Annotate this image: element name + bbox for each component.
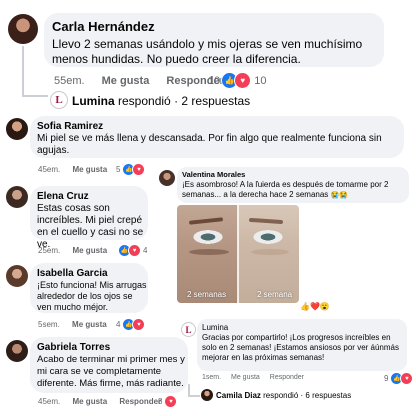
thread-line-elbow [188, 395, 200, 397]
reply-bubble-lumina: Lumina Gracias por compartirlo! ¡Los pro… [197, 319, 407, 371]
like-link[interactable]: Me gusta [231, 374, 260, 381]
avatar-isabella[interactable] [6, 265, 28, 287]
reaction-count: 5 [116, 165, 121, 174]
page-name: Lumina [72, 94, 115, 108]
page-reply-link[interactable]: Lumina respondió · 2 respuestas [72, 94, 250, 108]
thread-line [22, 46, 24, 96]
comment-text: Mi piel se ve más llena y descansada. Po… [37, 133, 382, 156]
commenter-name[interactable]: Elena Cruz [37, 191, 89, 202]
like-link[interactable]: Me gusta [102, 75, 150, 87]
comment-bubble-sofia: Sofia Ramirez Mi piel se ve más llena y … [30, 116, 404, 158]
heart-icon: ♥ [164, 395, 178, 408]
heart-icon: ♥ [132, 318, 146, 331]
reply-count: · 2 respuestas [174, 94, 251, 108]
avatar-carla[interactable] [8, 14, 38, 44]
commenter-name[interactable]: Isabella Garcia [37, 268, 108, 279]
commenter-name[interactable]: Carla Hernández [52, 19, 155, 34]
timestamp: 55em. [54, 75, 85, 87]
reaction-summary[interactable]: 9 👍 ♥ [384, 372, 414, 385]
reaction-count: 10 [208, 74, 221, 87]
commenter-name[interactable]: Lumina [202, 323, 228, 332]
reply-meta: 1sem. Me gusta Responder [202, 374, 304, 381]
timestamp: 5sem. [38, 320, 60, 329]
like-link[interactable]: Me gusta [72, 397, 107, 406]
heart-icon: ♥ [234, 72, 252, 89]
left-eye [191, 229, 225, 245]
emoji: 😭😭 [330, 192, 348, 199]
left-eye-bag [189, 249, 229, 255]
replied-verb: respondió [118, 94, 171, 108]
comment-bubble-isabella: Isabella Garcia ¡Esto funciona! Mis arru… [30, 263, 148, 313]
comment-text: Llevo 2 semanas usándolo y mis ojeras se… [52, 37, 363, 66]
reaction-count: 8 [158, 397, 163, 406]
lumina-logo[interactable]: L [181, 322, 196, 337]
like-link[interactable]: Me gusta [72, 246, 107, 255]
reaction-summary[interactable]: 8 ♥ [158, 395, 178, 408]
reply-text: Gracias por compartirlo! ¡Los progresos … [202, 333, 399, 362]
avatar-camila[interactable] [201, 389, 213, 401]
like-link[interactable]: Me gusta [72, 165, 107, 174]
comment-text: ¡Es asombroso! A la ľuierda es después d… [182, 180, 404, 201]
comment-meta: 25em. Me gusta [38, 246, 107, 255]
heart-icon: ♥ [400, 372, 414, 385]
heart-icon: ♥ [128, 244, 141, 257]
photo-divider [237, 205, 239, 303]
comment-meta: 55em. Me gusta Responder [54, 75, 224, 87]
comment-bubble-elena: Elena Cruz Estas cosas son increíbles. M… [30, 186, 148, 250]
timestamp: 1sem. [202, 374, 222, 381]
reaction-count: 4 [143, 246, 148, 255]
reply-link[interactable]: Responder [270, 374, 304, 381]
thread-line-elbow [22, 95, 48, 97]
comment-meta: 45em. Me gusta [38, 165, 107, 174]
commenter-name[interactable]: Sofia Ramirez [37, 121, 103, 132]
avatar-gabriela[interactable] [6, 340, 28, 362]
heart-icon: ♥ [132, 163, 146, 176]
comment-meta: 45em. Me gusta Responder [38, 397, 161, 406]
reaction-count: 4 [116, 320, 121, 329]
reaction-summary[interactable]: 👍❤️😮 [300, 302, 330, 311]
lumina-logo-letter: L [185, 324, 192, 335]
reaction-summary[interactable]: 10 👍 ♥ 10 [208, 72, 267, 89]
replied-verb: respondió [263, 391, 299, 400]
comment-text: Acabo de terminar mi primer mes y mi car… [37, 354, 185, 389]
reaction-count: 9 [384, 374, 389, 383]
comment-text-body: ¡Es asombroso! A la ľuierda es después d… [182, 180, 389, 199]
photo-label-left: 2 semanas [187, 290, 227, 299]
reply-link[interactable]: Responder [119, 397, 161, 406]
before-after-photo[interactable]: 2 semanas 2 semana [177, 205, 299, 303]
reply-count: · 6 respuestas [300, 391, 352, 400]
avatar-valentina[interactable] [159, 170, 175, 186]
timestamp: 25em. [38, 246, 61, 255]
reaction-summary[interactable]: 4 👍 ♥ [116, 318, 146, 331]
reaction-count-total: 10 [254, 74, 267, 87]
avatar-elena[interactable] [6, 186, 28, 208]
right-eye [251, 229, 285, 245]
timestamp: 45em. [38, 165, 61, 174]
comment-meta: 5sem. Me gusta [38, 320, 107, 329]
replier-name: Camila Diaz [216, 391, 261, 400]
reaction-emoji: 👍❤️😮 [300, 302, 330, 311]
comment-bubble-carla: Carla Hernández Llevo 2 semanas usándolo… [44, 13, 384, 67]
commenter-name[interactable]: Gabriela Torres [37, 342, 110, 353]
photo-label-right: 2 semana [257, 290, 293, 299]
commenter-name[interactable]: Valentina Morales [182, 170, 245, 179]
right-eye-bag [251, 249, 289, 255]
more-replies-link[interactable]: Camila Diaz respondió · 6 respuestas [216, 391, 351, 400]
avatar-sofia[interactable] [6, 118, 28, 140]
timestamp: 45em. [38, 397, 61, 406]
lumina-logo[interactable]: L [50, 91, 68, 109]
reaction-summary[interactable]: 5 👍 ♥ [116, 163, 146, 176]
comment-text: ¡Esto funciona! Mis arrugas alrededor de… [37, 280, 147, 312]
lumina-logo-letter: L [55, 94, 63, 106]
reaction-summary[interactable]: 👍 ♥ 4 [118, 244, 147, 257]
comment-bubble-gabriela: Gabriela Torres Acabo de terminar mi pri… [30, 337, 188, 393]
comment-bubble-valentina: Valentina Morales ¡Es asombroso! A la ľu… [177, 167, 409, 203]
like-link[interactable]: Me gusta [72, 320, 107, 329]
